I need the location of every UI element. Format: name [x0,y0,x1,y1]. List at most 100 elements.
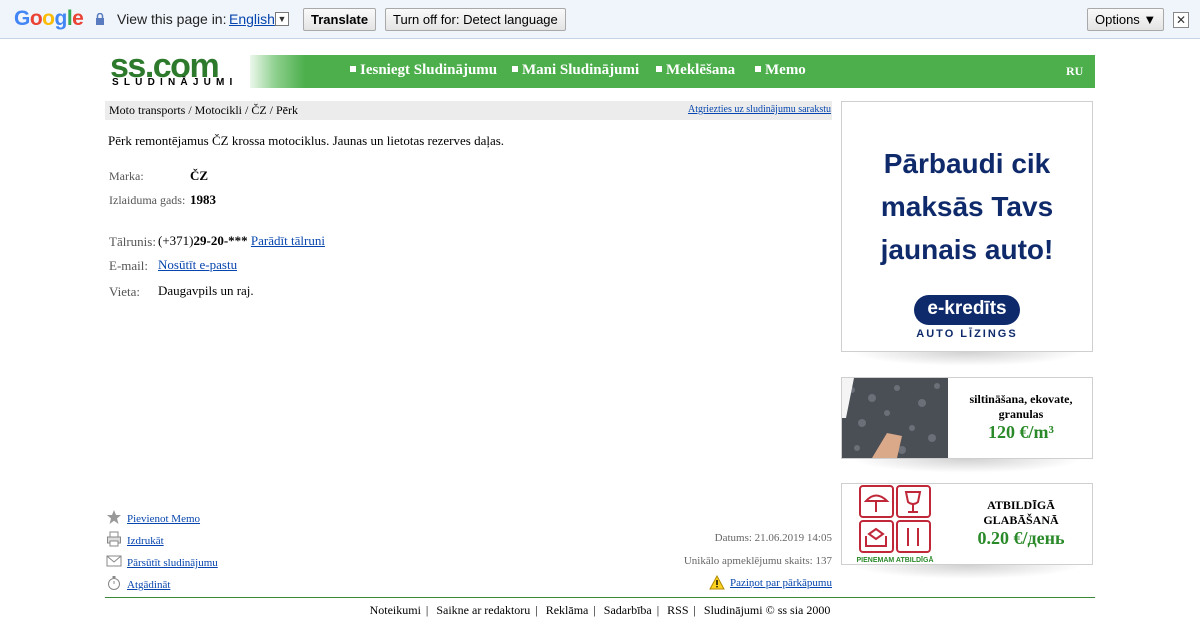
year-value-text: 1983 [190,192,216,207]
ad-price: 0.20 €/день [977,528,1065,548]
granules-image [842,378,948,458]
separator: | [535,603,538,617]
chevron-down-icon[interactable]: ▼ [275,12,289,26]
view-page-text: View this page in: [117,11,227,27]
separator: | [693,603,696,617]
remind-link[interactable]: Atgādināt [127,579,170,591]
brand-value-text: ČZ [190,168,209,183]
bullet-icon [755,66,761,72]
ad-shadow [851,352,1083,366]
phone-number: 29-20-*** [193,233,248,248]
ad-banner-ekredits[interactable]: Pārbaudi cik maksās Tavs jaunais auto! e… [841,101,1093,352]
phone-row: (+371)29-20-*** Parādīt tālruni [158,233,325,249]
nav-my-ads[interactable]: Mani Sludinājumi [512,62,639,79]
back-to-list-link[interactable]: Atgriezties uz sludinājumu sarakstu [688,100,831,119]
ad-headline-line: Pārbaudi cik [883,148,1051,179]
ad-headline-line: jaunais auto! [880,234,1054,265]
add-memo-link[interactable]: Pievienot Memo [127,513,200,525]
place-label-text: Vieta: [109,284,140,299]
google-logo-letter: o [29,7,43,30]
email-label: E-mail: [109,258,148,274]
footer: Noteikumi | Saikne ar redaktoru | Reklāma |… [0,603,1200,618]
breadcrumb: Moto transports / Motocikli / ČZ / Pērk … [105,101,832,120]
breadcrumb-path[interactable]: Moto transports / Motocikli / ČZ / Pērk [109,101,298,120]
place-label: Vieta: [109,284,140,300]
footer-partner-link[interactable]: Sadarbība [604,603,652,617]
svg-text:PIENEMAM ATBILDĪGĀ: PIENEMAM ATBILDĪGĀ [857,556,934,564]
footer-contact-link[interactable]: Saikne ar redaktoru [436,603,530,617]
footer-copyright: Sludinājumi © ss sia 2000 [703,603,831,617]
nav-label: Meklēšana [666,62,736,78]
ad-caption: siltināšana, ekovate, granulas [969,392,1073,421]
nav-label: Mani Sludinājumi [522,62,640,78]
language-select[interactable]: English [229,11,275,27]
report-link[interactable]: Paziņot par pārkāpumu [730,577,832,589]
site-header: Iesniegt Sludinājumu Mani Sludinājumi Me… [105,49,1095,91]
year-value: 1983 [190,192,216,208]
year-label-text: Izlaiduma gads: [109,193,186,207]
main-nav: Iesniegt Sludinājumu Mani Sludinājumi Me… [245,55,1095,88]
options-button[interactable]: Options ▼ [1087,8,1165,31]
google-logo: Google [14,7,84,31]
ad-shadow [851,459,1083,473]
brand-label-text: Marka: [109,169,144,183]
handling-symbols-image: PIENEMAM ATBILDĪGĀ [842,484,948,564]
brand-label: Marka: [109,169,144,184]
ekredits-logo: e-kredīts [914,295,1020,325]
ad-caption: ATBILDĪGĀ GLABĀŠANĀ [983,498,1059,527]
ad-shadow [851,565,1083,579]
send-email-link[interactable]: Nosūtīt e-pastu [158,257,237,272]
translate-bar: Google View this page in: English ▼ Tran… [0,0,1200,39]
ad-headline: Pārbaudi cik maksās Tavs jaunais auto! [842,142,1092,271]
report-row: Paziņot par pārkāpumu [709,575,832,590]
star-icon [107,510,121,524]
site-logo[interactable]: ss.com SLUDINĀJUMI [110,49,250,91]
envelope-icon [106,555,122,567]
google-logo-letter: g [54,7,68,30]
nav-submit-ad[interactable]: Iesniegt Sludinājumu [350,62,497,79]
google-logo-letter: G [14,7,30,30]
ad-insulation[interactable]: siltināšana, ekovate, granulas 120 €/m³ [841,377,1093,459]
ad-headline-line: maksās Tavs [880,191,1054,222]
separator: | [593,603,596,617]
nav-memo[interactable]: Memo [755,62,806,79]
stopwatch-icon [108,576,120,590]
view-count: Unikālo apmeklējumu skaits: 137 [683,555,832,567]
phone-label: Tālrunis: [109,234,156,250]
email-row: Nosūtīt e-pastu [158,257,237,273]
logo-subtitle: SLUDINĀJUMI [112,77,238,88]
phone-prefix: (+371) [158,233,194,248]
google-logo-letter: o [42,7,55,30]
printer-icon [107,531,121,547]
place-value: Daugavpils un raj. [158,283,254,299]
lock-icon [96,13,104,25]
email-label-text: E-mail: [109,258,148,273]
separator: | [425,603,429,617]
show-phone-link[interactable]: Parādīt tālruni [251,233,325,248]
nav-label: Memo [765,62,806,78]
phone-label-text: Tālrunis: [109,234,156,249]
separator: | [656,603,660,617]
bullet-icon [350,66,356,72]
ad-description: Pērk remontējamus ČZ krossa motociklus. … [108,133,505,148]
footer-divider [105,597,1095,598]
print-link[interactable]: Izdrukāt [127,535,164,547]
ad-date: Datums: 21.06.2019 14:05 [714,532,832,544]
ad-price: 120 €/m³ [988,422,1054,442]
google-logo-letter: e [72,7,84,30]
footer-ads-link[interactable]: Reklāma [546,603,589,617]
close-icon[interactable]: ✕ [1173,12,1189,28]
place-value-text: Daugavpils un raj. [158,283,254,298]
ekredits-subtitle: AUTO LĪZINGS [916,328,1018,340]
ad-storage[interactable]: PIENEMAM ATBILDĪGĀ ATBILDĪGĀ GLABĀŠANĀ 0… [841,483,1093,565]
lang-switch[interactable]: RU [1066,64,1083,79]
nav-search[interactable]: Meklēšana [656,62,735,79]
footer-rules-link[interactable]: Noteikumi [370,603,421,617]
bullet-icon [512,66,518,72]
footer-rss-link[interactable]: RSS [667,603,688,617]
translate-button[interactable]: Translate [303,8,377,31]
warning-icon [709,575,725,590]
forward-link[interactable]: Pārsūtīt sludinājumu [127,557,218,569]
turn-off-button[interactable]: Turn off for: Detect language [385,8,566,31]
bullet-icon [656,66,662,72]
